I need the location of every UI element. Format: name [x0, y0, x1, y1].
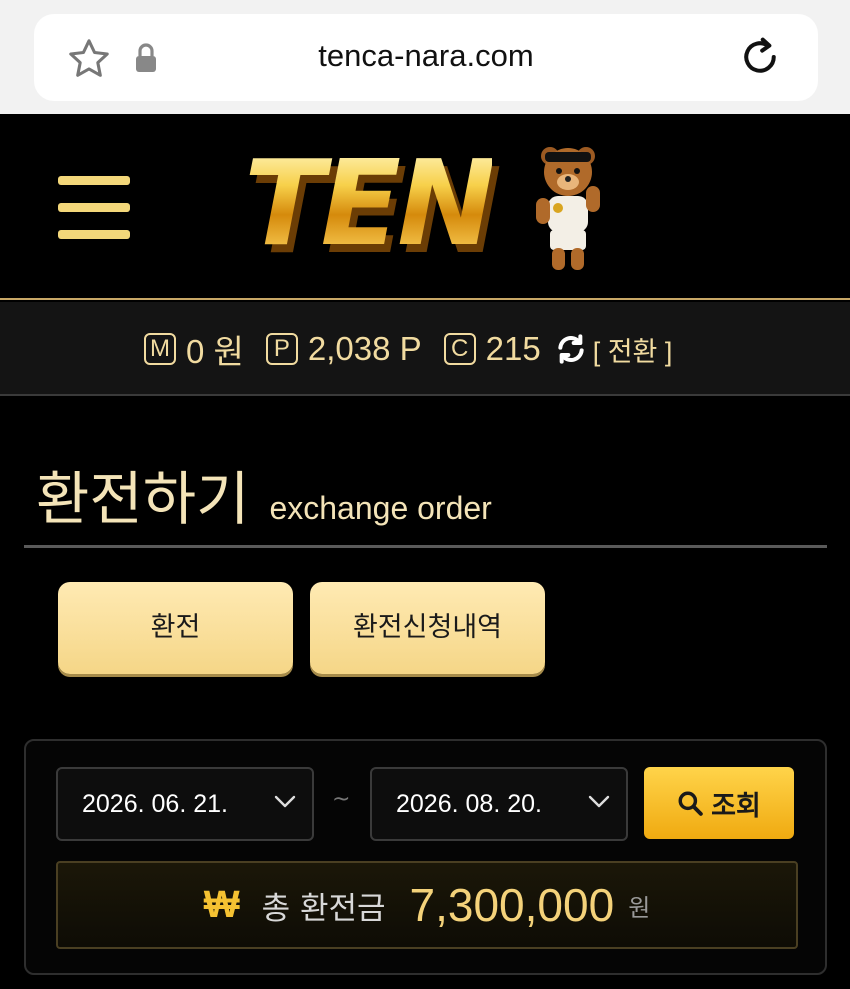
title-divider [24, 545, 827, 548]
coin-value: 215 [485, 330, 541, 367]
balance-bar: M 0 원 P 2,038 P C 215 [ 전환 ] [0, 302, 850, 396]
coin-badge-icon: C [443, 333, 476, 365]
search-icon [678, 791, 703, 816]
logo-text: TEN [244, 134, 496, 272]
point-value: 2,038 P [307, 330, 422, 367]
page-title-ko: 환전하기 [36, 465, 250, 533]
total-value: 7,300,000 [409, 879, 615, 931]
total-label: 총 환전금 [261, 890, 386, 927]
point-balance: P 2,038 P [265, 330, 422, 368]
menu-icon[interactable] [58, 176, 130, 240]
money-balance: M 0 원 [144, 325, 244, 373]
search-panel: 2026. 06. 21. ~ 2026. 08. 20. 조회 ₩ 총 환전금… [24, 739, 827, 975]
page-title-en: exchange order [269, 490, 492, 526]
search-button[interactable]: 조회 [644, 767, 794, 839]
date-to-value: 2026. 08. 20. [396, 790, 542, 818]
switch-button[interactable]: [ 전환 ] [593, 330, 673, 369]
point-badge-icon: P [265, 333, 298, 365]
chevron-down-icon [588, 795, 610, 808]
total-exchange-box: ₩ 총 환전금 7,300,000 원 [56, 861, 798, 949]
tab-exchange-history[interactable]: 환전신청내역 [310, 582, 545, 674]
date-from-select[interactable]: 2026. 06. 21. [56, 767, 314, 841]
coin-balance: C 215 [443, 330, 541, 368]
total-unit: 원 [628, 893, 651, 922]
date-from-value: 2026. 06. 21. [82, 790, 228, 818]
browser-bar: tenca-nara.com [0, 0, 850, 114]
address-bar[interactable]: tenca-nara.com [34, 14, 818, 101]
date-separator: ~ [332, 787, 351, 812]
money-value: 0 원 [186, 333, 244, 370]
money-badge-icon: M [144, 333, 176, 365]
site-header: TEN TEN [0, 114, 850, 300]
bear-mascot-icon [536, 147, 600, 270]
date-to-select[interactable]: 2026. 08. 20. [370, 767, 628, 841]
reload-icon[interactable] [738, 34, 782, 80]
site-logo[interactable]: TEN TEN [244, 138, 604, 278]
chevron-down-icon [274, 795, 296, 808]
page-title: 환전하기 exchange order [36, 452, 492, 536]
url-text[interactable]: tenca-nara.com [34, 38, 818, 74]
won-icon: ₩ [203, 883, 240, 926]
tab-exchange[interactable]: 환전 [58, 582, 293, 674]
refresh-icon[interactable] [555, 333, 587, 365]
search-button-label: 조회 [711, 790, 761, 822]
balance-row: M 0 원 P 2,038 P C 215 [ 전환 ] [144, 328, 672, 370]
